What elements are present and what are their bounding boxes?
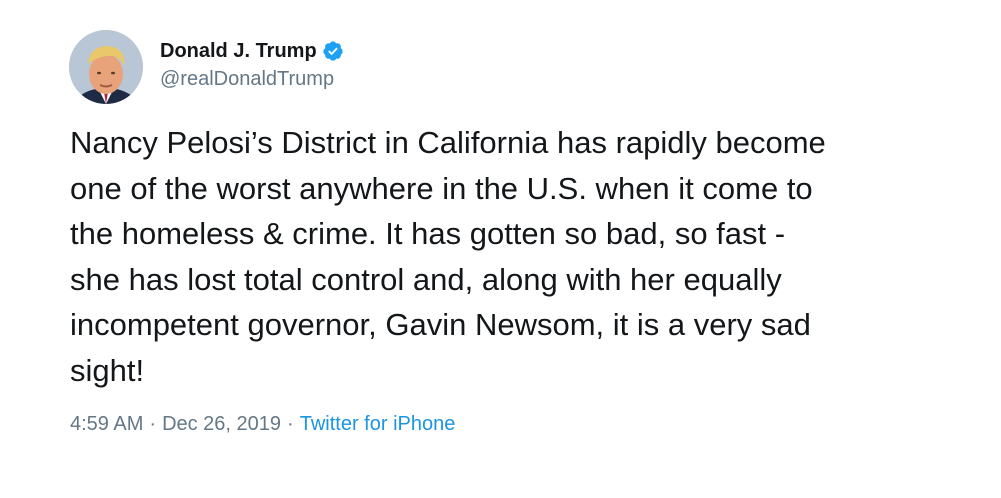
tweet-text: Nancy Pelosi’s District in California ha…: [70, 125, 826, 388]
meta-separator: ·: [149, 413, 157, 435]
tweet-time[interactable]: 4:59 AM: [70, 413, 143, 436]
author-name-row: Donald J. Trump: [160, 37, 344, 65]
verified-badge-icon: [322, 40, 344, 62]
avatar[interactable]: [69, 30, 143, 104]
tweet-date[interactable]: Dec 26, 2019: [162, 413, 281, 436]
avatar-image: [69, 30, 143, 104]
tweet-card: Donald J. Trump @realDonaldTrump Nancy P…: [0, 0, 1001, 498]
author-handle[interactable]: @realDonaldTrump: [160, 68, 334, 91]
tweet-source-link[interactable]: Twitter for iPhone: [300, 413, 456, 436]
tweet-meta: 4:59 AM · Dec 26, 2019 · Twitter for iPh…: [70, 413, 455, 436]
author-display-name[interactable]: Donald J. Trump: [160, 40, 317, 63]
meta-separator: ·: [287, 413, 294, 435]
